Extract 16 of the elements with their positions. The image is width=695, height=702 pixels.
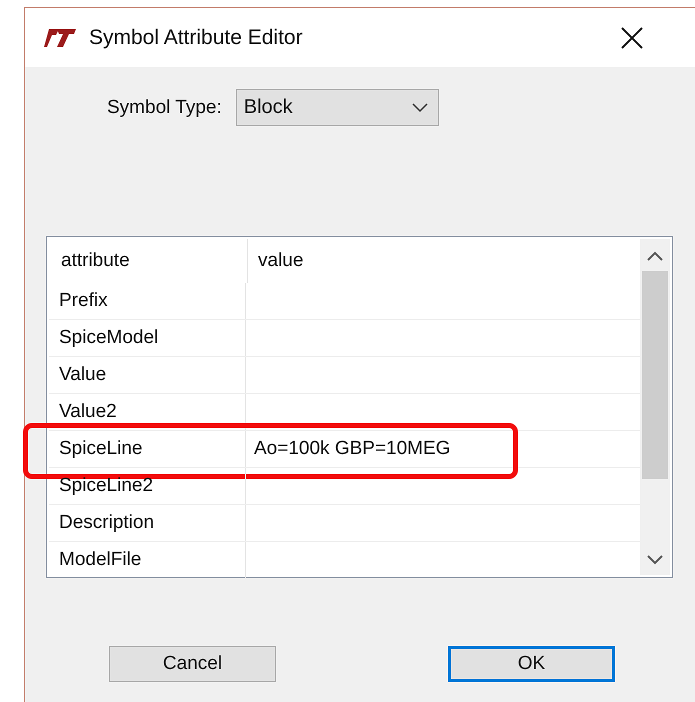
symbol-type-dropdown[interactable]: Block: [236, 89, 439, 126]
symbol-type-label: Symbol Type:: [107, 96, 222, 118]
window-title: Symbol Attribute Editor: [89, 26, 303, 50]
attribute-cell: Value: [49, 357, 246, 393]
cancel-button[interactable]: Cancel: [109, 646, 276, 682]
attribute-cell: SpiceLine: [49, 431, 246, 467]
column-header[interactable]: attribute: [49, 239, 248, 283]
value-cell: Ao=100k GBP=10MEG: [254, 438, 450, 460]
ok-button[interactable]: OK: [448, 646, 615, 682]
attribute-cell: Value2: [49, 394, 246, 430]
attribute-cell: SpiceModel: [49, 320, 246, 356]
attribute-cell: Prefix: [49, 283, 246, 319]
column-header[interactable]: value: [248, 239, 304, 283]
attribute-cell: Description: [49, 505, 246, 541]
attribute-cell: ModelFile: [49, 542, 246, 578]
attribute-cell: SpiceLine2: [49, 468, 246, 504]
